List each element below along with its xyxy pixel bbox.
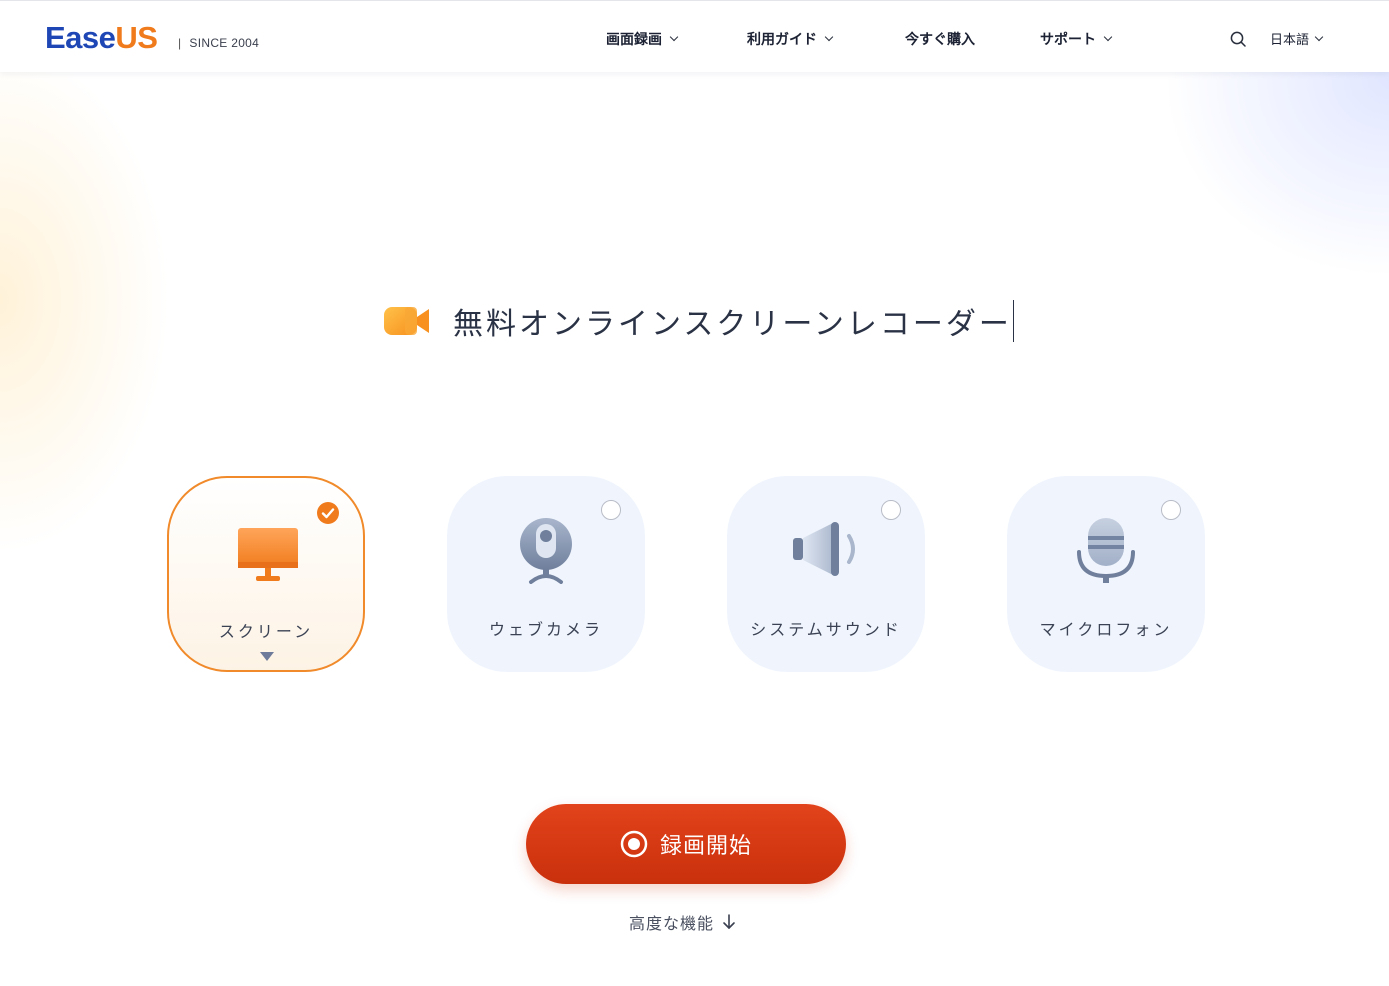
chevron-down-icon — [669, 32, 679, 42]
source-label: マイクロフォン — [1039, 620, 1173, 639]
advanced-features-label: 高度な機能 — [629, 914, 715, 933]
monitor-icon — [238, 528, 298, 581]
advanced-features-link[interactable]: 高度な機能 — [629, 910, 736, 934]
video-camera-icon — [384, 307, 429, 335]
nav-label: 利用ガイド — [747, 32, 817, 48]
webcam-icon — [520, 518, 572, 584]
record-icon — [620, 830, 648, 858]
hero-title: 無料オンラインスクリーンレコーダー — [383, 298, 1015, 344]
chevron-down-icon — [1103, 32, 1113, 42]
page-title: 無料オンラインスクリーンレコーダー — [453, 307, 1012, 342]
radio-button[interactable] — [1161, 500, 1181, 520]
nav-label: 今すぐ購入 — [905, 32, 975, 48]
since-text: SINCE 2004 — [189, 36, 260, 50]
chevron-down-icon — [1314, 32, 1324, 41]
source-card-screen[interactable]: スクリーン — [167, 476, 365, 672]
checkmark-icon — [321, 508, 335, 519]
since-tagline: | SINCE 2004 — [178, 36, 259, 50]
speaker-icon — [793, 522, 855, 576]
nav-buy-now[interactable]: 今すぐ購入 — [905, 29, 975, 49]
source-card-webcam[interactable]: ウェブカメラ — [447, 476, 645, 672]
nav-screen-recording[interactable]: 画面録画 — [606, 29, 679, 49]
easeus-logo[interactable]: EaseUS — [45, 20, 158, 55]
microphone-icon — [1077, 518, 1135, 583]
search-icon[interactable] — [1230, 31, 1246, 47]
start-recording-button[interactable]: 録画開始 — [526, 804, 846, 884]
logo-us-text: US — [115, 20, 158, 55]
nav-label: 画面録画 — [606, 32, 662, 48]
language-label: 日本語 — [1270, 33, 1310, 48]
source-card-system-sound[interactable]: システムサウンド — [727, 476, 925, 672]
dropdown-arrow-icon[interactable] — [260, 652, 274, 661]
nav-user-guide[interactable]: 利用ガイド — [747, 29, 834, 49]
check-icon — [317, 502, 339, 524]
source-label: ウェブカメラ — [488, 620, 603, 639]
radio-button[interactable] — [881, 500, 901, 520]
chevron-down-icon — [824, 32, 834, 42]
divider: | — [178, 36, 182, 50]
arrow-down-icon — [723, 914, 735, 929]
page: EaseUS | SINCE 2004 画面録画 利用ガイド 今すぐ購入 サポート… — [0, 0, 1389, 986]
text-caret — [1012, 300, 1015, 342]
nav-label: サポート — [1040, 32, 1096, 48]
source-label: スクリーン — [218, 622, 314, 641]
start-recording-label: 録画開始 — [659, 834, 752, 859]
radio-button[interactable] — [601, 500, 621, 520]
source-label: システムサウンド — [750, 620, 902, 639]
source-card-microphone[interactable]: マイクロフォン — [1007, 476, 1205, 672]
top-navbar: EaseUS | SINCE 2004 画面録画 利用ガイド 今すぐ購入 サポート… — [0, 0, 1389, 72]
nav-support[interactable]: サポート — [1040, 29, 1113, 49]
language-selector[interactable]: 日本語 — [1270, 29, 1324, 48]
logo-ease-text: Ease — [45, 20, 116, 55]
